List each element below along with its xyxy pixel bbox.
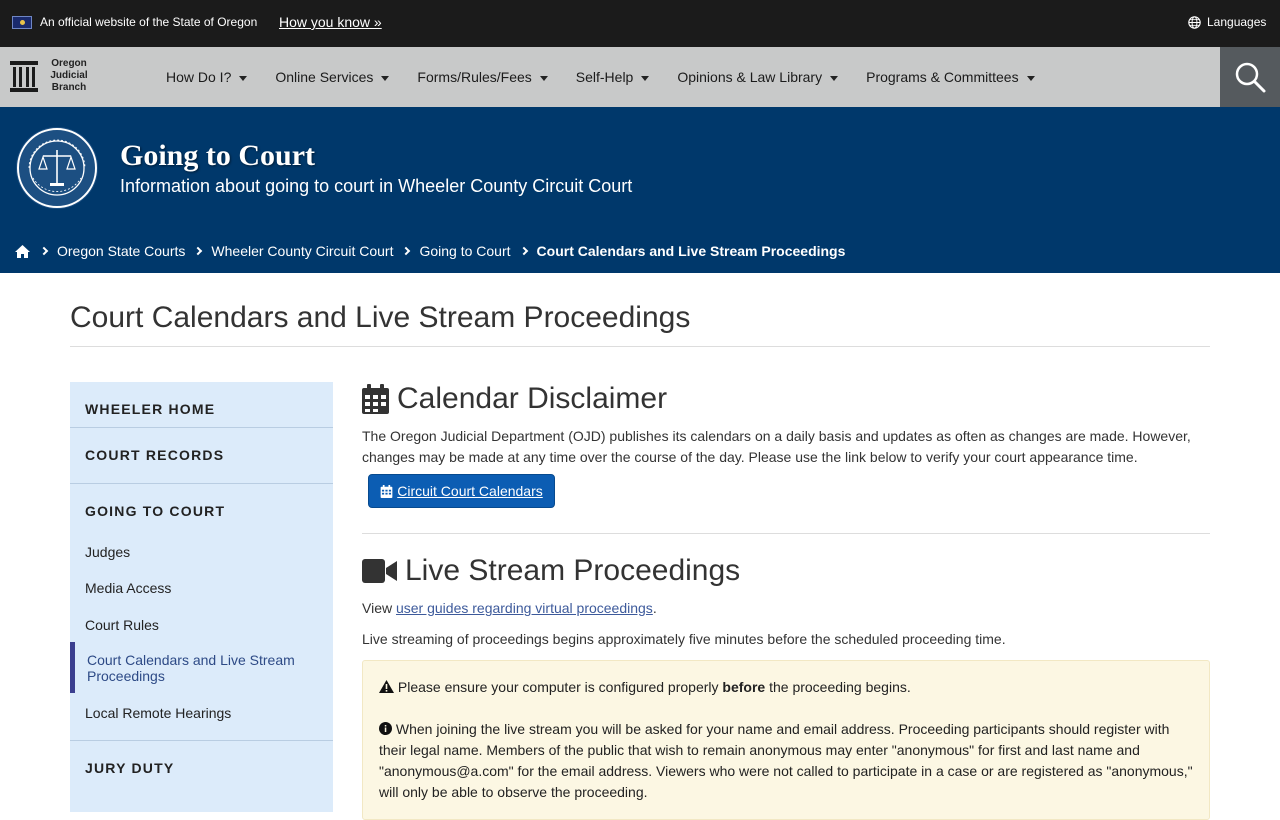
chevron-right-icon [194,246,203,256]
nav-opinions-law-library[interactable]: Opinions & Law Library [677,69,839,85]
caret-down-icon [381,75,390,81]
official-banner: An official website of the State of Oreg… [0,0,1280,47]
join-info-text: When joining the live stream you will be… [379,721,1193,800]
home-icon[interactable] [14,244,31,259]
main-navigation: Oregon Judicial Branch How Do I? Online … [0,47,1280,107]
page-header-banner: Going to Court Information about going t… [0,107,1280,273]
configure-computer-warning: Please ensure your computer is configure… [379,677,1193,698]
page-section-title: Going to Court [120,139,315,172]
user-guides-link[interactable]: user guides regarding virtual proceeding… [396,600,653,616]
title-divider [70,346,1210,347]
breadcrumb-current: Court Calendars and Live Stream Proceedi… [536,243,846,259]
live-stream-heading: Live Stream Proceedings [362,554,740,588]
breadcrumb-going-to-court[interactable]: Going to Court [419,243,510,259]
nav-self-help[interactable]: Self-Help [576,69,650,85]
how-you-know-link[interactable]: How you know » [279,14,382,30]
nav-programs-committees[interactable]: Programs & Committees [866,69,1035,85]
seal-icon [16,127,98,209]
breadcrumb-oregon-state-courts[interactable]: Oregon State Courts [57,243,185,259]
caret-down-icon [239,75,248,81]
sidebar-divider [70,427,333,428]
official-website-text: An official website of the State of Oreg… [40,15,258,29]
video-camera-icon [362,559,397,583]
sidebar-item-wheeler-home[interactable]: WHEELER HOME [85,401,215,417]
sidebar-item-media-access[interactable]: Media Access [85,580,171,596]
circuit-court-calendars-button[interactable]: Circuit Court Calendars [368,474,555,508]
chevron-right-icon [402,246,411,256]
sidebar-item-label: Court Calendars and Live Stream Proceedi… [87,652,295,684]
sidebar-item-jury-duty[interactable]: JURY DUTY [85,760,174,776]
breadcrumb: Oregon State Courts Wheeler County Circu… [14,243,845,259]
caret-down-icon [641,75,650,81]
nav-how-do-i[interactable]: How Do I? [166,69,248,85]
search-button[interactable] [1220,47,1280,107]
breadcrumb-wheeler-county[interactable]: Wheeler County Circuit Court [211,243,393,259]
page-section-subtitle: Information about going to court in Whee… [120,176,633,196]
calendar-disclaimer-heading: Calendar Disclaimer [362,382,667,416]
sidebar-item-going-to-court[interactable]: GOING TO COURT [85,503,225,519]
sidebar-divider [70,483,333,484]
calendar-disclaimer-text: The Oregon Judicial Department (OJD) pub… [362,428,1191,465]
ojb-logo-icon [10,61,38,92]
sidebar-item-judges[interactable]: Judges [85,544,130,560]
nav-online-services[interactable]: Online Services [275,69,390,85]
sidebar-nav: WHEELER HOME COURT RECORDS GOING TO COUR… [70,382,333,812]
live-stream-notice: Please ensure your computer is configure… [362,660,1210,820]
oregon-flag-icon [12,16,32,29]
live-stream-description: Live streaming of proceedings begins app… [362,631,1006,647]
user-guides-line: View user guides regarding virtual proce… [362,600,657,616]
calendar-icon [362,384,389,414]
warning-icon [379,680,394,693]
sidebar-item-court-calendars[interactable]: Court Calendars and Live Stream Proceedi… [70,642,333,693]
calendar-icon [380,484,393,498]
sidebar-item-court-rules[interactable]: Court Rules [85,617,159,633]
caret-down-icon [1026,75,1035,81]
caret-down-icon [830,75,839,81]
caret-down-icon [539,75,548,81]
sidebar-divider [70,740,333,741]
page-title: Court Calendars and Live Stream Proceedi… [70,301,691,334]
ojb-logo[interactable]: Oregon Judicial Branch [9,58,92,94]
logo-text: Oregon Judicial Branch [50,58,88,93]
search-icon [1235,62,1266,93]
sidebar-item-court-records[interactable]: COURT RECORDS [85,447,224,463]
chevron-right-icon [39,246,49,256]
sidebar-item-local-remote-hearings[interactable]: Local Remote Hearings [85,705,231,721]
languages-label: Languages [1207,15,1267,29]
section-divider [362,533,1210,534]
globe-icon [1188,15,1201,29]
languages-button[interactable]: Languages [1188,15,1266,29]
nav-forms-rules-fees[interactable]: Forms/Rules/Fees [417,69,548,85]
chevron-right-icon [519,246,528,256]
info-icon [379,722,392,735]
